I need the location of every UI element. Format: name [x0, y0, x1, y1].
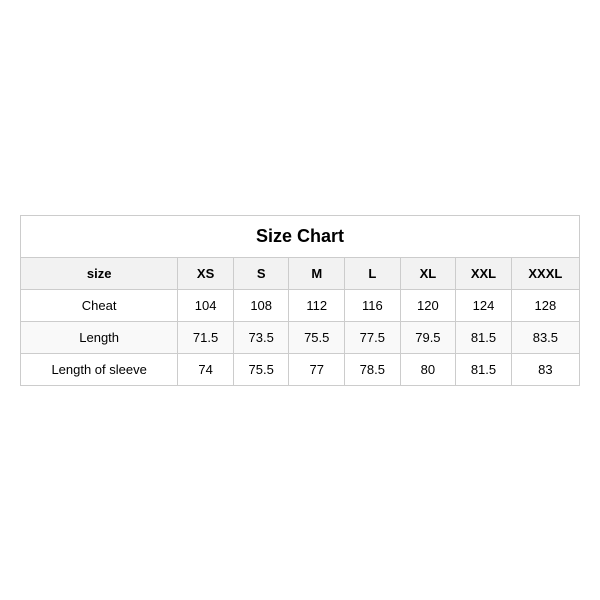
table-title: Size Chart: [21, 215, 580, 257]
table-row: Length71.573.575.577.579.581.583.5: [21, 321, 580, 353]
cell-value: 108: [233, 289, 289, 321]
cell-value: 112: [289, 289, 345, 321]
table-row: Cheat104108112116120124128: [21, 289, 580, 321]
header-size: size: [21, 257, 178, 289]
cell-value: 80: [400, 353, 456, 385]
cell-value: 77.5: [345, 321, 401, 353]
row-label: Length: [21, 321, 178, 353]
row-label: Cheat: [21, 289, 178, 321]
cell-value: 79.5: [400, 321, 456, 353]
header-l: L: [345, 257, 401, 289]
cell-value: 116: [345, 289, 401, 321]
cell-value: 124: [456, 289, 512, 321]
header-xs: XS: [178, 257, 234, 289]
header-xxl: XXL: [456, 257, 512, 289]
row-label: Length of sleeve: [21, 353, 178, 385]
header-xl: XL: [400, 257, 456, 289]
cell-value: 104: [178, 289, 234, 321]
cell-value: 77: [289, 353, 345, 385]
size-chart-table: Size Chart size XS S M L XL XXL XXXL Che…: [20, 215, 580, 386]
header-s: S: [233, 257, 289, 289]
header-m: M: [289, 257, 345, 289]
table-body: Cheat104108112116120124128Length71.573.5…: [21, 289, 580, 385]
header-xxxl: XXXL: [511, 257, 579, 289]
cell-value: 78.5: [345, 353, 401, 385]
header-row: size XS S M L XL XXL XXXL: [21, 257, 580, 289]
cell-value: 73.5: [233, 321, 289, 353]
cell-value: 74: [178, 353, 234, 385]
cell-value: 83: [511, 353, 579, 385]
cell-value: 81.5: [456, 353, 512, 385]
cell-value: 75.5: [233, 353, 289, 385]
cell-value: 120: [400, 289, 456, 321]
cell-value: 71.5: [178, 321, 234, 353]
size-chart-container: Size Chart size XS S M L XL XXL XXXL Che…: [20, 215, 580, 386]
cell-value: 83.5: [511, 321, 579, 353]
cell-value: 81.5: [456, 321, 512, 353]
cell-value: 128: [511, 289, 579, 321]
cell-value: 75.5: [289, 321, 345, 353]
table-row: Length of sleeve7475.57778.58081.583: [21, 353, 580, 385]
title-row: Size Chart: [21, 215, 580, 257]
